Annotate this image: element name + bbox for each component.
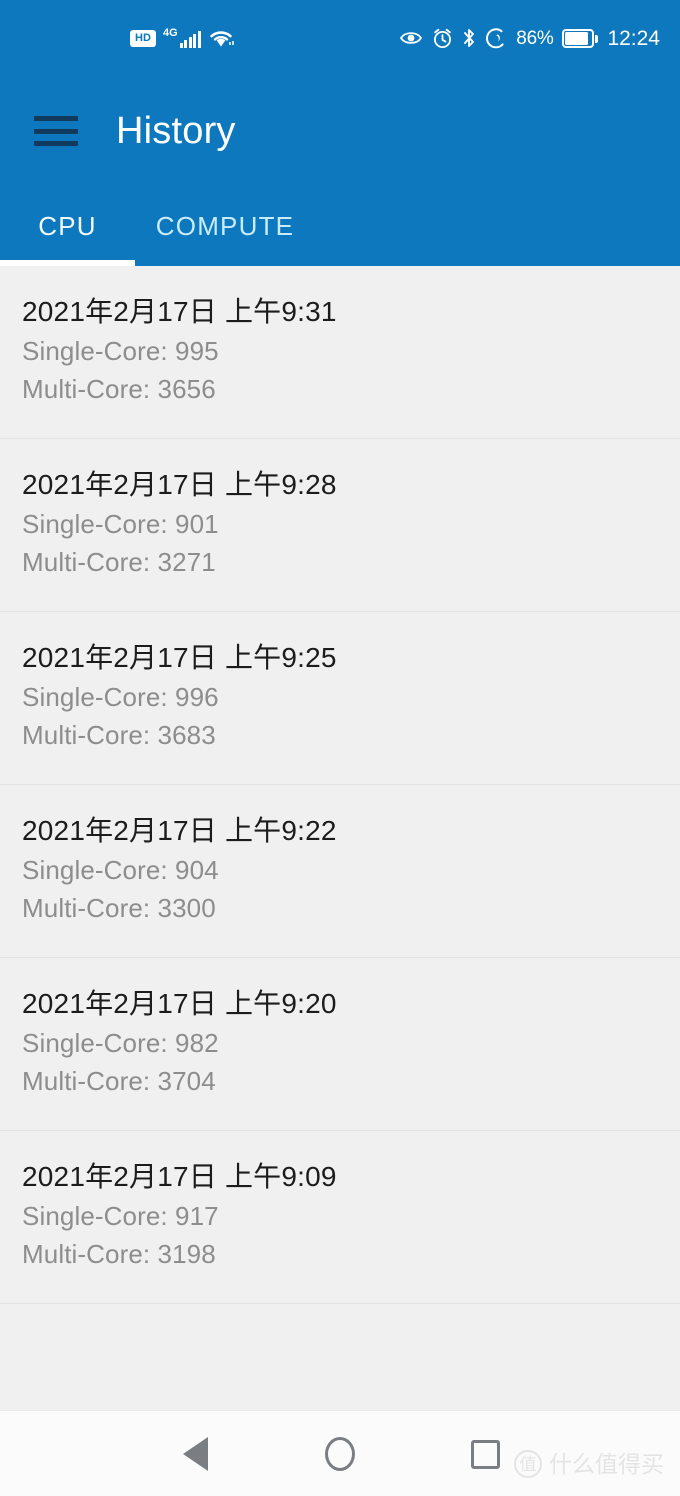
history-list[interactable]: 2021年2月17日 上午9:31 Single-Core: 995 Multi…: [0, 266, 680, 1409]
signal-strength-bars: [179, 30, 201, 48]
alarm-clock-icon: [432, 28, 453, 49]
list-item[interactable]: 2021年2月17日 上午9:22 Single-Core: 904 Multi…: [0, 785, 680, 958]
battery-percent-label: 86%: [516, 27, 554, 49]
list-item[interactable]: 2021年2月17日 上午9:09 Single-Core: 917 Multi…: [0, 1131, 680, 1304]
phone-screen: HD 4G 86% 12:24 History CPU COMPUTE 2021…: [0, 0, 680, 1496]
eye-comfort-icon: [399, 29, 423, 47]
hamburger-menu-icon[interactable]: [34, 116, 78, 146]
single-core-score: Single-Core: 917: [22, 1201, 219, 1231]
result-date: 2021年2月17日 上午9:22: [22, 815, 337, 846]
wifi-icon: [208, 28, 234, 48]
result-date: 2021年2月17日 上午9:28: [22, 469, 337, 500]
watermark-logo-icon: 值: [514, 1450, 542, 1478]
result-date: 2021年2月17日 上午9:09: [22, 1161, 337, 1192]
watermark: 值 什么值得买: [514, 1450, 664, 1478]
status-bar-clock: 12:24: [607, 26, 660, 50]
single-core-score: Single-Core: 995: [22, 336, 219, 366]
data-saver-icon: [485, 27, 507, 49]
home-circle-icon[interactable]: [295, 1411, 385, 1496]
list-item[interactable]: 2021年2月17日 上午9:20 Single-Core: 982 Multi…: [0, 958, 680, 1131]
list-item[interactable]: 2021年2月17日 上午9:31 Single-Core: 995 Multi…: [0, 266, 680, 439]
multi-core-score: Multi-Core: 3198: [22, 1239, 216, 1269]
page-title: History: [116, 110, 236, 152]
tab-bar: CPU COMPUTE: [0, 186, 680, 266]
app-bar: History: [0, 76, 680, 186]
status-bar: HD 4G 86% 12:24: [0, 0, 680, 76]
status-bar-right-icons: 86% 12:24: [399, 0, 660, 76]
result-date: 2021年2月17日 上午9:25: [22, 642, 337, 673]
tab-compute[interactable]: COMPUTE: [135, 186, 315, 266]
tab-cpu[interactable]: CPU: [0, 186, 135, 266]
single-core-score: Single-Core: 982: [22, 1028, 219, 1058]
network-type-label: 4G: [163, 27, 178, 39]
multi-core-score: Multi-Core: 3704: [22, 1066, 216, 1096]
system-navigation-bar: 值 什么值得买: [0, 1410, 680, 1496]
single-core-score: Single-Core: 904: [22, 855, 219, 885]
bluetooth-icon: [462, 27, 476, 49]
list-empty-tail: [0, 1304, 680, 1404]
multi-core-score: Multi-Core: 3271: [22, 547, 216, 577]
list-item[interactable]: 2021年2月17日 上午9:25 Single-Core: 996 Multi…: [0, 612, 680, 785]
multi-core-score: Multi-Core: 3300: [22, 893, 216, 923]
result-date: 2021年2月17日 上午9:20: [22, 988, 337, 1019]
single-core-score: Single-Core: 996: [22, 682, 219, 712]
multi-core-score: Multi-Core: 3656: [22, 374, 216, 404]
hd-icon: HD: [130, 29, 156, 47]
result-date: 2021年2月17日 上午9:31: [22, 296, 337, 327]
list-item[interactable]: 2021年2月17日 上午9:28 Single-Core: 901 Multi…: [0, 439, 680, 612]
back-triangle-icon[interactable]: [150, 1411, 240, 1496]
multi-core-score: Multi-Core: 3683: [22, 720, 216, 750]
battery-icon: [562, 28, 599, 48]
status-bar-left-icons: HD 4G: [130, 0, 234, 76]
watermark-text: 什么值得买: [549, 1450, 664, 1477]
signal-bars-icon: 4G: [163, 28, 201, 48]
single-core-score: Single-Core: 901: [22, 509, 219, 539]
